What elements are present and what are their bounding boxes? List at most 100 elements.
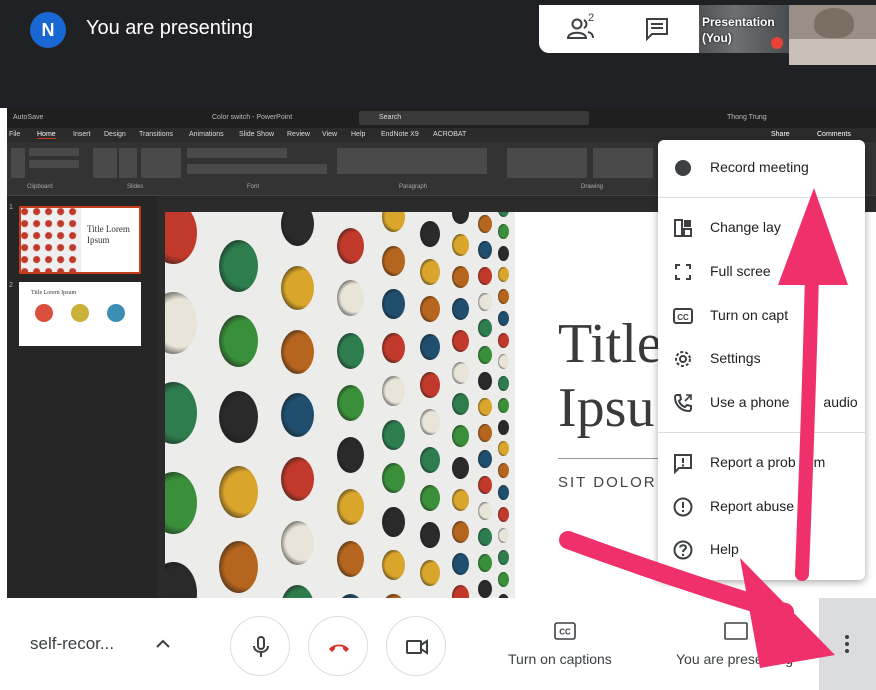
photo-hole <box>478 345 492 364</box>
photo-hole <box>382 245 405 276</box>
photo-hole <box>497 528 509 544</box>
photo-hole <box>497 550 509 565</box>
photo-hole <box>337 280 364 317</box>
photo-hole <box>382 419 405 450</box>
menu-record-meeting[interactable]: Record meeting <box>658 147 865 189</box>
more-options-button[interactable] <box>819 598 876 690</box>
leave-call-button[interactable] <box>308 616 368 676</box>
menu-report-abuse[interactable]: Report abuse <box>658 486 865 528</box>
menu-divider <box>658 432 865 433</box>
photo-hole <box>382 463 405 493</box>
group-paragraph: Paragraph <box>399 184 428 190</box>
svg-text:CC: CC <box>677 313 689 322</box>
ppt-menu-help[interactable]: Help <box>351 131 365 138</box>
user-avatar[interactable]: N <box>30 12 66 48</box>
photo-hole <box>219 465 258 518</box>
ppt-search-label: Search <box>379 114 402 121</box>
photo-hole <box>281 584 314 598</box>
menu-help[interactable]: Help <box>658 529 865 571</box>
menu-label-tail: m <box>813 454 826 470</box>
presentation-tile[interactable]: Presentation (You) <box>699 5 789 53</box>
ppt-autosave[interactable]: AutoSave <box>13 114 43 121</box>
shapes-gallery[interactable] <box>507 148 587 178</box>
ppt-menu-file[interactable]: File <box>9 131 20 138</box>
phone-icon <box>673 394 692 413</box>
photo-hole <box>497 376 509 391</box>
photo-hole <box>478 371 492 390</box>
menu-label-tail: audio <box>823 394 858 410</box>
photo-hole <box>420 560 440 587</box>
copy-button[interactable] <box>29 160 79 168</box>
ppt-menu-home[interactable]: Home <box>37 131 56 139</box>
photo-hole <box>281 457 314 502</box>
paragraph-buttons[interactable] <box>337 148 487 174</box>
photo-hole <box>337 489 364 526</box>
presentation-tile-label: Presentation (You) <box>702 14 775 46</box>
new-slide-button[interactable] <box>93 148 117 178</box>
chevron-up-icon <box>156 639 170 648</box>
menu-label: Full scree <box>710 263 771 279</box>
ppt-menu-endnote[interactable]: EndNote X9 <box>381 131 419 138</box>
menu-turn-on-captions[interactable]: CC Turn on capt <box>658 295 865 337</box>
slide-thumbnail-1[interactable]: Title Lorem Ipsum <box>19 206 141 274</box>
photo-hole <box>281 329 314 374</box>
menu-settings[interactable]: Settings <box>658 338 865 380</box>
report-problem-icon <box>674 454 692 474</box>
turn-on-captions-button[interactable]: CC Turn on captions <box>505 618 625 678</box>
camera-button[interactable] <box>386 616 446 676</box>
menu-divider <box>658 197 865 198</box>
thumbnail-2-title: Title Lorem Ipsum <box>31 290 77 296</box>
menu-use-phone-audio[interactable]: Use a phone audio <box>658 382 865 424</box>
menu-change-layout[interactable]: Change lay <box>658 207 865 249</box>
ppt-menu-transitions[interactable]: Transitions <box>139 131 173 138</box>
ppt-menu-design[interactable]: Design <box>104 131 126 138</box>
font-name-select[interactable] <box>187 148 287 158</box>
photo-hole <box>219 315 258 368</box>
ppt-share-button[interactable]: Share <box>771 131 790 138</box>
photo-hole <box>219 390 258 443</box>
ppt-menu-insert[interactable]: Insert <box>73 131 91 138</box>
photo-hole <box>478 423 492 442</box>
participant-video-tile[interactable] <box>789 5 876 65</box>
photo-hole <box>497 332 509 348</box>
help-icon <box>673 540 693 560</box>
slide-subtitle: SIT DOLOR A <box>558 474 674 491</box>
meeting-details-name[interactable]: self-recor... <box>30 634 114 654</box>
ppt-menu-slideshow[interactable]: Slide Show <box>239 131 274 138</box>
layout-button[interactable] <box>141 148 181 178</box>
chat-button[interactable] <box>644 16 670 42</box>
reuse-slides-button[interactable] <box>119 148 137 178</box>
photo-hole <box>281 212 314 246</box>
ppt-comments-button[interactable]: Comments <box>817 131 851 138</box>
presenting-button[interactable]: You are presenting <box>672 618 807 678</box>
thumbnail-circle-blue <box>107 304 125 322</box>
slide-thumbnail-2[interactable]: Title Lorem Ipsum <box>19 282 141 346</box>
photo-hole <box>337 332 364 369</box>
ppt-menu-review[interactable]: Review <box>287 131 310 138</box>
captions-icon: CC <box>673 308 693 324</box>
photo-hole <box>281 521 314 565</box>
menu-report-problem[interactable]: Report a prob m <box>658 442 865 484</box>
photo-hole <box>497 212 509 217</box>
photo-hole <box>420 409 440 436</box>
photo-hole <box>165 471 197 534</box>
arrange-button[interactable] <box>593 148 653 178</box>
microphone-button[interactable] <box>230 616 290 676</box>
ppt-menu-view[interactable]: View <box>322 131 337 138</box>
photo-hole <box>337 228 364 265</box>
meeting-details-toggle[interactable] <box>153 634 173 654</box>
photo-hole <box>452 297 469 320</box>
photo-hole <box>452 265 469 288</box>
photo-hole <box>478 580 492 598</box>
photo-hole <box>452 552 469 575</box>
cut-button[interactable] <box>29 148 79 156</box>
photo-hole <box>497 397 509 413</box>
photo-hole <box>452 212 469 224</box>
menu-label: Record meeting <box>710 159 809 175</box>
paste-button[interactable] <box>11 148 25 178</box>
font-format-buttons[interactable] <box>187 164 327 174</box>
menu-full-screen[interactable]: Full scree <box>658 251 865 293</box>
ppt-menu-acrobat[interactable]: ACROBAT <box>433 131 466 138</box>
photo-hole <box>165 561 197 598</box>
ppt-menu-animations[interactable]: Animations <box>189 131 224 138</box>
